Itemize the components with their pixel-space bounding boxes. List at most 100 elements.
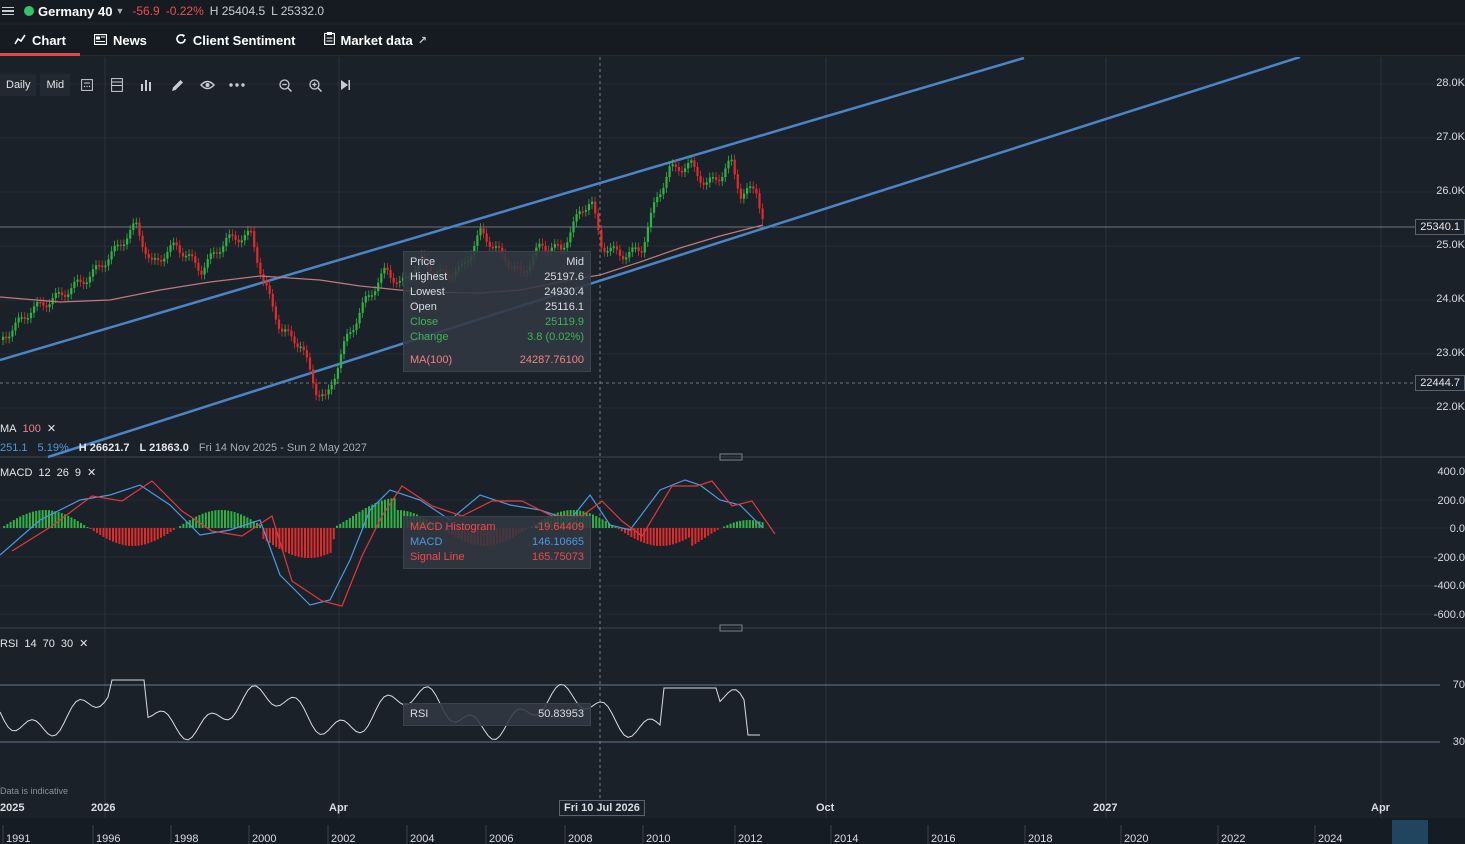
more-icon[interactable] [224,74,250,96]
macd-histogram-bar [384,499,386,528]
close-icon[interactable]: ✕ [47,422,56,435]
macd-histogram-bar [732,522,735,528]
candle-body [126,238,129,245]
candle-body [95,265,98,270]
candle-body [70,287,73,295]
tab-client-sentiment[interactable]: Client Sentiment [161,25,310,56]
tooltip-highest-label: Highest [410,271,448,283]
price-tooltip: Price Mid Highest 25197.6 Lowest 24930.4 Op… [403,251,591,372]
tab-news[interactable]: News [80,25,161,56]
macd-histogram-bar [691,528,694,546]
candle-body [308,357,312,370]
macd-histogram-bar [19,516,22,528]
candle-body [600,229,603,248]
macd-histogram-bar [233,512,236,528]
macd-histogram-bar [646,528,649,544]
macd-histogram-bar [710,528,713,534]
chart-toolbar: Daily Mid [0,73,358,97]
candle-body [277,319,281,329]
macd-histogram-bar [342,521,345,528]
candle-body [494,246,498,248]
price-type-button[interactable]: Mid [40,74,71,96]
candle-body [33,306,36,313]
pencil-icon[interactable] [164,74,190,96]
macd-histogram-bar [598,517,601,528]
macd-histogram-bar [316,528,319,558]
tab-chart[interactable]: Chart [0,25,80,56]
menu-icon[interactable] [2,6,14,16]
macd-histogram-bar [153,528,156,541]
macd-histogram-bar [336,525,338,528]
candle-body [711,177,715,179]
candle-body [649,212,653,228]
candle-body [299,346,302,349]
candle-body [203,267,206,275]
navigator-year-label: 2004 [410,833,435,844]
instrument-name[interactable]: Germany 40 [38,4,112,19]
candle-body [498,246,501,248]
ma-low: L 21863.0 [139,442,189,454]
candle-body [271,293,274,307]
macd-histogram-bar [179,525,182,528]
candle-body [212,252,215,254]
macd-histogram-bar [339,523,342,528]
macd-histogram-bar [736,521,738,528]
chevron-down-icon[interactable]: ▼ [115,6,124,16]
candle-body [693,160,696,167]
candle-body [318,395,321,397]
candle-body [88,276,91,283]
macd-histogram-bar [131,528,134,546]
crosshair-date-tag: Fri 10 Jul 2026 [559,800,645,816]
candle-body [240,240,243,243]
macd-histogram-bar [67,515,70,528]
macd-histogram-bar [307,528,310,558]
rsi-line [0,679,760,741]
macd-histogram-bar [310,528,313,558]
bar-chart-icon[interactable] [134,74,160,96]
candle-body [147,254,150,258]
calculator-icon[interactable] [74,74,100,96]
candle-body [11,330,14,337]
close-icon[interactable]: ✕ [79,637,88,650]
tooltip-ma: 24287.76100 [519,354,584,366]
candle-body [640,251,643,253]
candle-body [259,262,262,275]
eye-icon[interactable] [194,74,220,96]
tab-market-data[interactable]: Market data ↗ [310,25,441,56]
zoom-out-icon[interactable] [272,74,298,96]
close-icon[interactable]: ✕ [87,466,96,479]
candle-body [578,211,581,215]
macd-histogram-bar [672,528,674,545]
interval-button[interactable]: Daily [0,74,37,96]
macd-histogram-bar [681,528,684,541]
candle-body [253,231,256,248]
tooltip-macd: 146.10665 [532,536,584,548]
rsi-label: RSI [0,637,19,650]
macd-histogram-bar [323,528,326,556]
price-tick: 22.0K [1436,401,1465,413]
macd-tick: 400.0 [1437,466,1465,478]
candle-body [184,255,188,258]
scroll-to-end-icon[interactable] [332,74,358,96]
candle-body [634,247,637,249]
layout-icon[interactable] [104,74,130,96]
candle-body [14,322,17,331]
zoom-in-icon[interactable] [302,74,328,96]
ma-label: MA [0,422,17,435]
macd-param: 12 [38,466,51,479]
macd-histogram-bar [44,510,47,528]
candle-body [274,306,277,320]
macd-histogram-bar [102,528,105,537]
navigator-year-label: 2010 [646,833,671,844]
candle-body [637,247,640,252]
candle-body [268,285,271,294]
price-tick: 28.0K [1436,77,1465,89]
macd-histogram-bar [124,528,127,546]
macd-histogram-bar [636,528,639,541]
candle-body [730,159,733,162]
candle-body [398,280,401,283]
candle-body [553,244,556,248]
candle-body [665,177,668,188]
candle-body [643,241,646,253]
macd-histogram-bar [118,528,121,544]
